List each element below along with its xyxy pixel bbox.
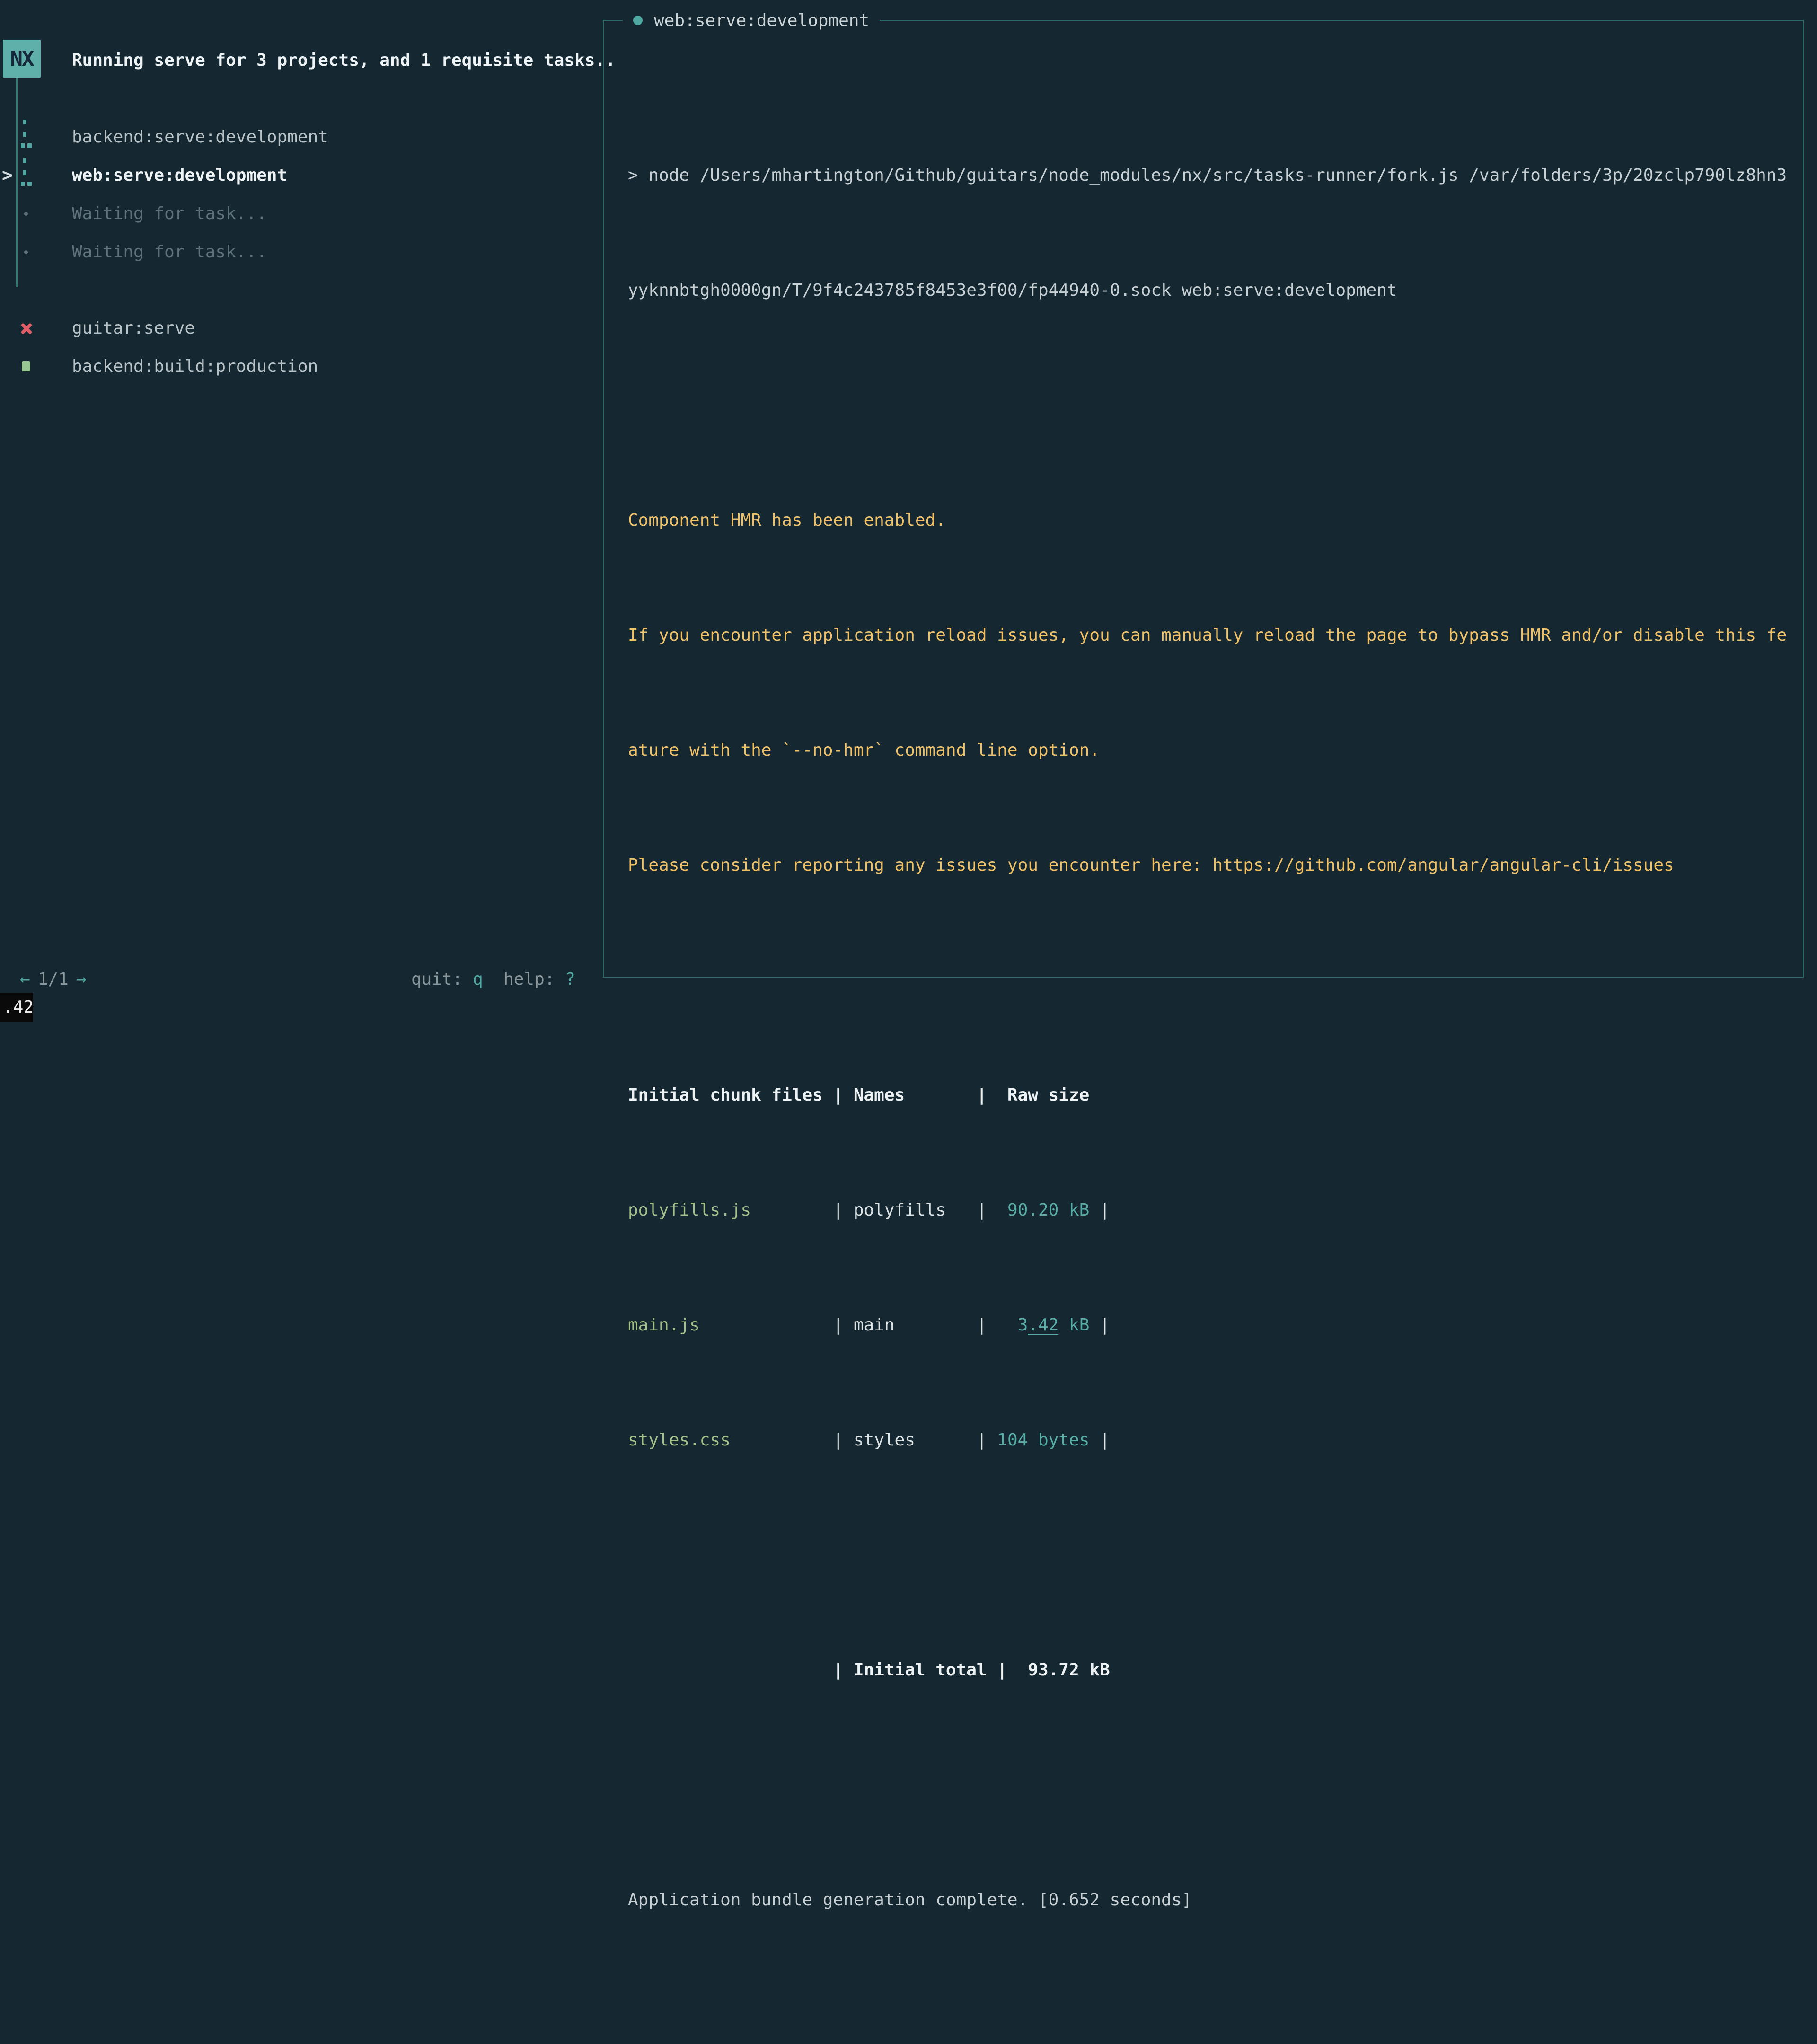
chunk-name: polyfills [854,1200,946,1220]
task-label: web:serve:development [72,156,287,194]
spinner-icon [21,120,33,149]
table-separator: | [1089,1315,1110,1335]
keyboard-shortcuts-hint: quit: q help: ? [411,960,575,998]
chunk-size-underlined: .42 [1028,1315,1058,1335]
table-separator: | [895,1315,1018,1335]
chunk-file: polyfills.js [628,1200,751,1220]
task-label: backend:serve:development [72,118,328,156]
table-separator: | [915,1430,997,1450]
task-item-waiting-2[interactable]: Waiting for task... [0,233,601,271]
command-line: > node /Users/mhartington/Github/guitars… [628,156,1787,194]
table-separator: | [700,1315,854,1335]
selected-task-caret-icon: > [2,156,13,194]
table-separator: | [731,1430,854,1450]
spinner-icon [21,158,33,187]
chunk-size: 104 bytes [997,1430,1089,1450]
output-panel-title: web:serve:development [654,11,869,30]
chunk-table-row: styles.css | styles | 104 bytes | [628,1421,1787,1459]
terminal-output: > node /Users/mhartington/Github/guitars… [628,79,1787,2044]
chunk-size: 3 [1018,1315,1028,1335]
help-hint-label: help: [483,969,565,989]
hmr-notice-line: Please consider reporting any issues you… [628,846,1787,884]
table-separator: | [751,1200,854,1220]
task-item-backend-build-production[interactable]: backend:build:production [0,347,601,386]
task-item-waiting-1[interactable]: Waiting for task... [0,194,601,233]
blank-line [628,386,1787,424]
initial-total-row: | Initial total | 93.72 kB [628,1651,1787,1689]
quit-key: q [473,969,483,989]
blank-line [628,1536,1787,1574]
table-separator: | [946,1200,1007,1220]
task-label: Waiting for task... [72,194,267,233]
chunk-size-unit: kB [1058,1315,1089,1335]
help-key: ? [565,969,575,989]
chunk-table-row: polyfills.js | polyfills | 90.20 kB | [628,1191,1787,1229]
chunk-file: main.js [628,1315,700,1335]
task-item-guitar-serve[interactable]: guitar:serve [0,309,601,347]
page-next-arrow[interactable]: → [76,969,87,989]
hmr-notice-line: Component HMR has been enabled. [628,501,1787,539]
quit-hint-label: quit: [411,969,473,989]
chunk-file: styles.css [628,1430,731,1450]
output-panel-header: web:serve:development [623,1,880,39]
blank-line [628,1996,1787,2034]
table-separator: | [1089,1430,1110,1450]
success-square-icon [22,361,30,371]
chunk-size: 90.20 kB [1007,1200,1089,1220]
hmr-notice-line: If you encounter application reload issu… [628,616,1787,654]
task-label: Waiting for task... [72,233,267,271]
chunk-name: styles [854,1430,915,1450]
table-separator: | [1089,1200,1110,1220]
chunk-table-row: main.js | main | 3.42 kB | [628,1306,1787,1344]
blank-line [628,1766,1787,1804]
chunk-name: main [854,1315,895,1335]
task-item-web-serve-development[interactable]: > web:serve:development [0,156,601,194]
command-line-wrap: yyknnbtgh0000gn/T/9f4c243785f8453e3f00/f… [628,271,1787,309]
nx-logo: NX [3,40,41,78]
chunk-table-header: Initial chunk files | Names | Raw size [628,1076,1787,1114]
blank-line [628,961,1787,999]
task-label: guitar:serve [72,309,195,347]
bundle-complete-line: Application bundle generation complete. … [628,1881,1787,1919]
task-item-backend-serve-development[interactable]: backend:serve:development [0,118,601,156]
task-label: backend:build:production [72,347,318,386]
run-summary-text: Running serve for 3 projects, and 1 requ… [72,41,616,79]
waiting-dot-icon [24,212,28,216]
failed-x-icon [20,322,33,335]
page-prev-arrow[interactable]: ← [20,969,30,989]
page-indicator: 1/1 [38,969,69,989]
waiting-dot-icon [24,250,28,254]
hmr-notice-line: ature with the `--no-hmr` command line o… [628,731,1787,769]
corner-overlay-badge: .42 [0,993,33,1022]
running-status-dot-icon [633,16,643,25]
